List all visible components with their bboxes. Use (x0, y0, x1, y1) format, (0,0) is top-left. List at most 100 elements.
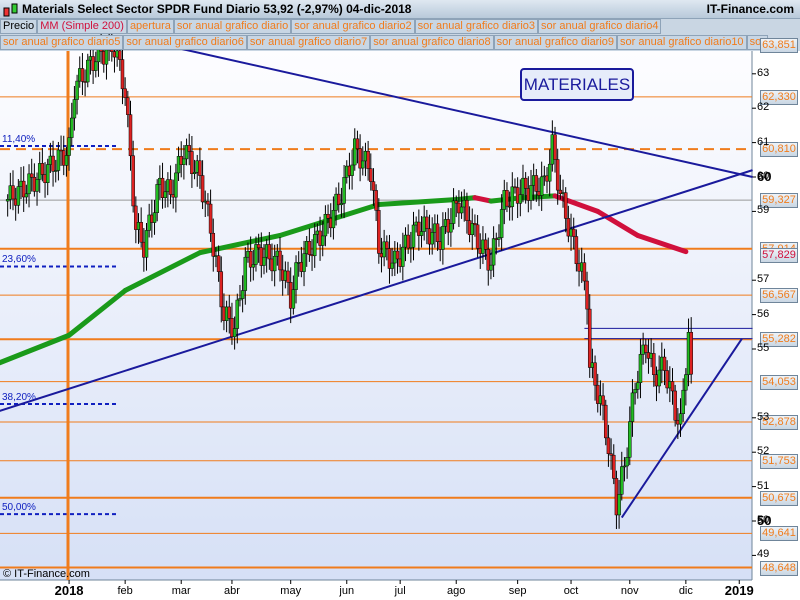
y-tick-label: 57 (757, 273, 770, 286)
candle-body (342, 177, 346, 204)
x-tick-label: dic (678, 585, 693, 597)
candle-body (395, 250, 400, 260)
x-tick-label: ago (447, 585, 466, 597)
candle-body (267, 244, 272, 260)
copyright: © IT-Finance.com (3, 568, 90, 580)
x-tick-label: sep (508, 585, 527, 597)
candle-body (45, 164, 50, 184)
candle-body (652, 353, 656, 375)
candle-body (152, 212, 157, 223)
legend-item[interactable]: sor anual grafico diario6 (123, 35, 247, 50)
candle-body (374, 190, 378, 211)
legend-item[interactable]: apertura (126, 19, 174, 34)
y-major-label: 60 (757, 169, 772, 184)
candle-body (585, 280, 589, 310)
candle-body (11, 185, 15, 200)
level-tag: 50,675 (760, 490, 798, 506)
candle-body (120, 59, 125, 90)
candle-body (232, 328, 237, 338)
candle-body (307, 241, 312, 255)
legend-item[interactable]: sor anual grafico diario7 (246, 35, 371, 50)
y-tick-label: 52 (757, 445, 770, 458)
candle-body (123, 88, 127, 99)
level-tag: 48,648 (760, 560, 798, 576)
candle-body (216, 255, 221, 272)
candle-body (190, 151, 194, 174)
candle-body (459, 206, 464, 214)
legend-item[interactable]: sor anual grafico diario3 (414, 19, 539, 34)
candle-body (126, 97, 130, 115)
level-tag: 54,053 (760, 374, 798, 390)
legend-item[interactable]: sor anual grafico diario5 (0, 35, 124, 50)
candle-body (385, 241, 389, 249)
candle-body (118, 50, 122, 60)
candle-body (377, 210, 381, 254)
candle-body (227, 306, 232, 319)
price-chart[interactable] (0, 0, 800, 600)
candle-body (670, 381, 675, 392)
y-tick-label: 63 (757, 66, 770, 79)
candle-body (601, 395, 605, 406)
legend-item[interactable]: sor anual grafico diario2 (291, 19, 415, 34)
candle-body (355, 138, 360, 150)
candle-body (56, 149, 61, 171)
candle-body (235, 299, 240, 329)
candle-body (491, 238, 496, 266)
candle-body (182, 158, 186, 165)
candle-body (187, 145, 191, 152)
candle-body (256, 244, 261, 249)
candle-body (411, 224, 416, 248)
candle-body (505, 190, 509, 207)
legend-item[interactable]: sor anual grafico diario4 (538, 19, 662, 34)
candle-body (430, 232, 434, 245)
candle-body (40, 163, 45, 175)
y-tick-label: 55 (757, 342, 770, 354)
candle-body (483, 239, 488, 250)
candle-body (128, 114, 133, 157)
candle-body (251, 264, 256, 268)
candle-body (489, 264, 493, 271)
fib-label: 50,00% (2, 502, 36, 514)
candle-body (617, 494, 621, 516)
candle-body (465, 200, 469, 221)
candle-body (681, 389, 685, 414)
legend-item[interactable]: sor anual grafico diario9 (493, 35, 618, 50)
legend-item[interactable]: sor anual grafico diario8 (370, 35, 494, 50)
legend-item[interactable]: sor anual grafico diario (173, 19, 292, 34)
candle-body (571, 228, 576, 237)
candle-body (302, 253, 306, 272)
fib-label: 11,40% (2, 134, 36, 146)
candle-body (29, 173, 34, 178)
materiales-annotation[interactable]: MATERIALES (520, 68, 634, 101)
candle-body (75, 80, 79, 100)
candle-body (435, 223, 440, 242)
candle-body (499, 209, 504, 238)
candle-body (326, 214, 330, 219)
candle-body (529, 185, 533, 201)
candle-body (51, 155, 55, 172)
candle-body (320, 235, 325, 246)
x-tick-label: oct (563, 585, 579, 597)
y-tick-label: 49 (757, 548, 770, 561)
ma200-tag: 57,829 (760, 247, 798, 263)
y-tick-label: 53 (757, 410, 770, 423)
candle-body (563, 192, 568, 219)
candle-body (633, 389, 637, 394)
x-tick-label: nov (620, 585, 639, 597)
legend-item[interactable]: MM (Simple 200) (37, 19, 127, 34)
y-tick-label: 61 (757, 135, 770, 148)
candle-body (278, 250, 282, 271)
candle-body (534, 175, 539, 192)
plot-area (0, 51, 752, 580)
y-tick-label: 59 (757, 204, 770, 217)
candle-body (628, 421, 632, 458)
candle-body (454, 200, 458, 204)
x-tick-label: jul (394, 585, 406, 597)
candle-body (612, 454, 616, 479)
candle-body (361, 160, 365, 169)
candle-body (625, 457, 629, 467)
legend-item[interactable]: Precio (0, 19, 38, 34)
candle-body (219, 271, 224, 308)
candle-body (539, 176, 544, 196)
legend-item[interactable]: sor anual grafico diario10 (617, 35, 747, 50)
